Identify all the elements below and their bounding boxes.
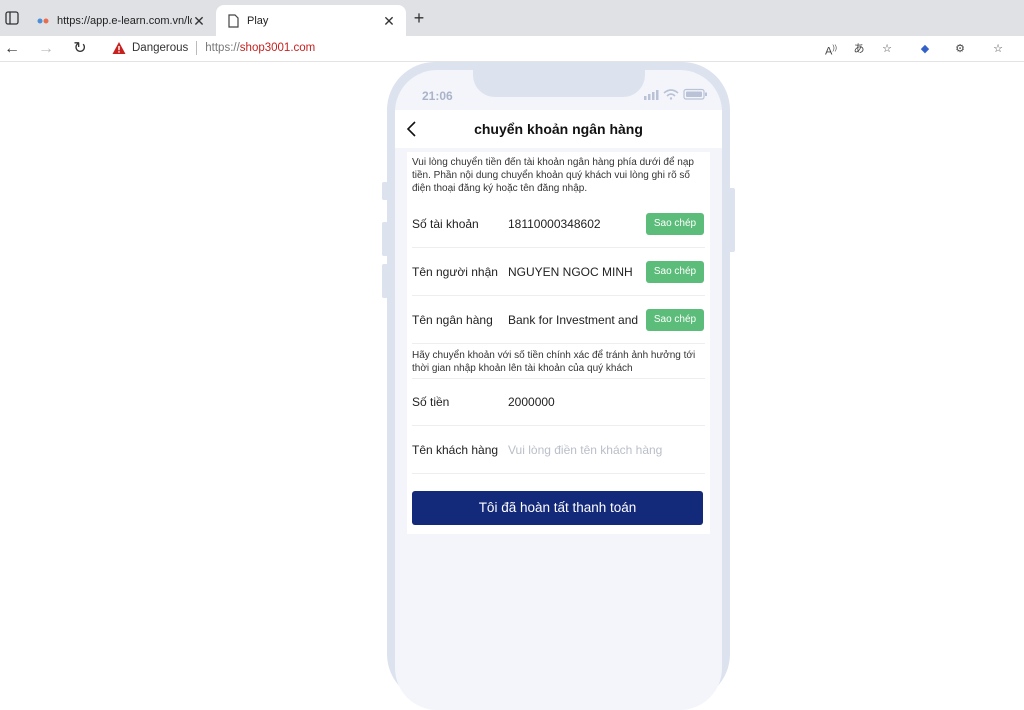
row-label: Số tiền [412,395,450,409]
account-number-value: 18110000348602 [508,217,601,231]
copy-recipient-name-button[interactable]: Sao chép [646,261,704,283]
favorites-icon[interactable]: ☆ [990,41,1006,57]
copy-account-number-button[interactable]: Sao chép [646,213,704,235]
tab-actions-icon[interactable] [3,9,21,27]
extension-shield-icon[interactable]: ◆ [917,41,933,57]
tab-elearn[interactable]: https://app.e-learn.com.vn/log ✕ [28,5,216,36]
amount-row-content: Số tiền 2000000 [412,379,705,426]
row-label: Tên ngân hàng [412,313,493,327]
url-protocol: https:// [205,42,240,54]
phone-frame: 21:06 chuyển khoản ngân hàng Vui lòng ch… [382,62,735,710]
tab-close-icon[interactable]: ✕ [192,14,206,28]
amount-notice: Hãy chuyển khoản với số tiền chính xác đ… [412,350,696,374]
divider [196,41,198,55]
phone-side-button [382,264,388,298]
read-aloud-icon[interactable]: A)) [823,41,839,58]
security-label[interactable]: Dangerous [132,42,188,54]
tab-play[interactable]: Play ✕ [216,5,406,36]
recipient-name-row: Tên người nhận NGUYEN NGOC MINH Sao chép [412,249,705,296]
url-host: shop3001.com [239,42,316,54]
status-time: 21:06 [422,89,453,103]
extensions-icon[interactable]: ⚙ [952,41,968,57]
browser-toolbar: ← → ↻ Dangerous https:// shop3001.com A)… [0,36,1024,62]
phone-side-button [729,188,735,252]
tab-title: https://app.e-learn.com.vn/log [57,14,192,27]
forward-arrow-icon[interactable]: → [36,39,56,59]
account-number-row: Số tài khoản 18110000348602 Sao chép [412,201,705,248]
new-tab-icon[interactable]: + [410,9,428,28]
transfer-card: Vui lòng chuyển tiền đến tài khoản ngân … [407,152,710,534]
amount-value: 2000000 [508,395,555,409]
back-arrow-icon[interactable]: ← [2,39,22,59]
copy-bank-name-button[interactable]: Sao chép [646,309,704,331]
customer-name-input[interactable]: Vui lòng điền tên khách hàng [508,443,688,457]
row-label: Tên khách hàng [412,443,499,457]
payment-complete-button[interactable]: Tôi đã hoàn tất thanh toán [412,491,703,525]
bank-name-value: Bank for Investment and [508,313,639,327]
phone-side-button [382,182,388,200]
page-icon [228,13,239,28]
phone-screen: 21:06 chuyển khoản ngân hàng Vui lòng ch… [395,70,722,710]
page-header: chuyển khoản ngân hàng [395,110,722,148]
address-bar[interactable]: Dangerous https:// shop3001.com [104,37,904,59]
tab-title: Play [247,14,269,27]
row-label: Số tài khoản [412,217,479,231]
tab-bar: https://app.e-learn.com.vn/log ✕ Play ✕ … [0,0,1024,36]
row-label: Tên người nhận [412,265,498,279]
tab-close-icon[interactable]: ✕ [382,14,396,28]
phone-notch [473,70,645,97]
transfer-instructions: Vui lòng chuyển tiền đến tài khoản ngân … [412,157,694,194]
favorite-add-icon[interactable]: ☆ [879,41,895,57]
reload-icon[interactable]: ↻ [70,39,90,59]
bank-name-row: Tên ngân hàng Bank for Investment and Sa… [412,297,705,344]
elearn-favicon-icon [37,18,49,23]
warning-triangle-icon [112,42,126,54]
phone-side-button [382,222,388,256]
translate-icon[interactable]: あ [851,41,867,57]
status-signal-wifi-battery-icon [644,88,707,100]
customer-name-row: Tên khách hàng Vui lòng điền tên khách h… [412,427,705,474]
page-title: chuyển khoản ngân hàng [474,121,643,137]
recipient-name-value: NGUYEN NGOC MINH [508,265,633,279]
